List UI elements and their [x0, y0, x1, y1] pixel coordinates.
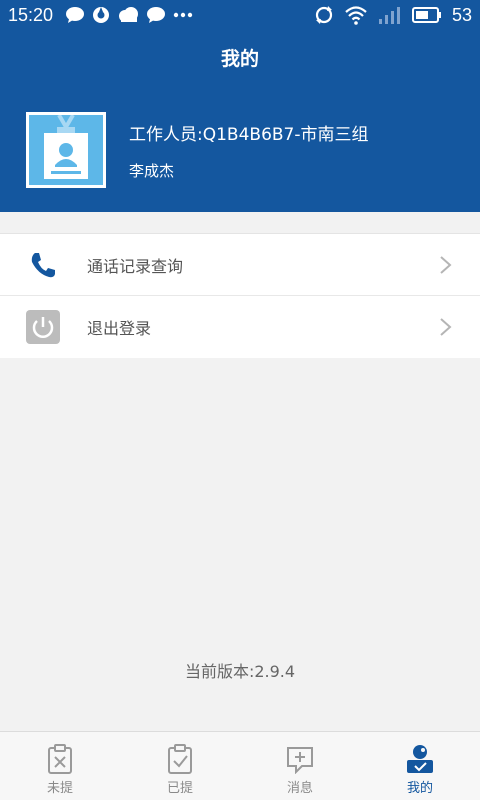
tab-label: 已提: [166, 781, 193, 796]
clipboard-x-icon: [48, 744, 72, 774]
cloud-icon: [119, 7, 139, 22]
more-dots-icon: [173, 12, 193, 18]
call-records-item[interactable]: 通话记录查询: [0, 234, 480, 296]
status-bar: 15:20 53: [0, 0, 480, 30]
menu-item-label: 退出登录: [87, 319, 152, 338]
wifi-icon: [345, 6, 367, 25]
message-plus-icon: [287, 747, 313, 774]
power-icon: [26, 310, 60, 344]
tab-label: 消息: [286, 781, 313, 796]
tab-label: 未提: [46, 781, 73, 796]
clipboard-check-icon: [168, 744, 192, 774]
page-title: 我的: [220, 47, 259, 70]
profile-check-icon: [407, 745, 433, 773]
menu-item-label: 通话记录查询: [87, 256, 184, 276]
camera-app-icon: [93, 7, 110, 23]
chevron-right-icon: [440, 256, 452, 274]
tab-mine[interactable]: 我的: [360, 732, 480, 800]
tab-messages[interactable]: 消息: [240, 732, 360, 800]
menu-list: 通话记录查询 退出登录: [0, 233, 480, 358]
phone-icon: [26, 248, 60, 282]
tab-submitted[interactable]: 已提: [120, 732, 240, 800]
battery-icon: [411, 7, 441, 23]
id-badge-icon: [29, 115, 103, 185]
logout-item[interactable]: 退出登录: [0, 296, 480, 358]
sync-icon: [315, 6, 333, 24]
version-text: 当前版本:2.9.4: [184, 662, 296, 681]
user-name: 李成杰: [129, 162, 175, 180]
chevron-right-icon: [440, 318, 452, 336]
chat-bubble-icon: [147, 7, 166, 23]
tab-unsubmitted[interactable]: 未提: [0, 732, 120, 800]
avatar: [26, 112, 106, 188]
profile-header: 工作人员:Q1B4B6B7-市南三组 李成杰: [0, 84, 480, 212]
bottom-nav: 未提 已提 消息 我的: [0, 731, 480, 800]
battery-level: 53: [451, 4, 472, 25]
status-time: 15:20: [8, 4, 54, 25]
tab-label: 我的: [406, 781, 433, 796]
worker-id-text: 工作人员:Q1B4B6B7-市南三组: [129, 125, 369, 145]
chat-bubble-icon: [66, 7, 85, 23]
title-bar: 我的: [0, 30, 480, 84]
signal-icon: [378, 7, 400, 24]
